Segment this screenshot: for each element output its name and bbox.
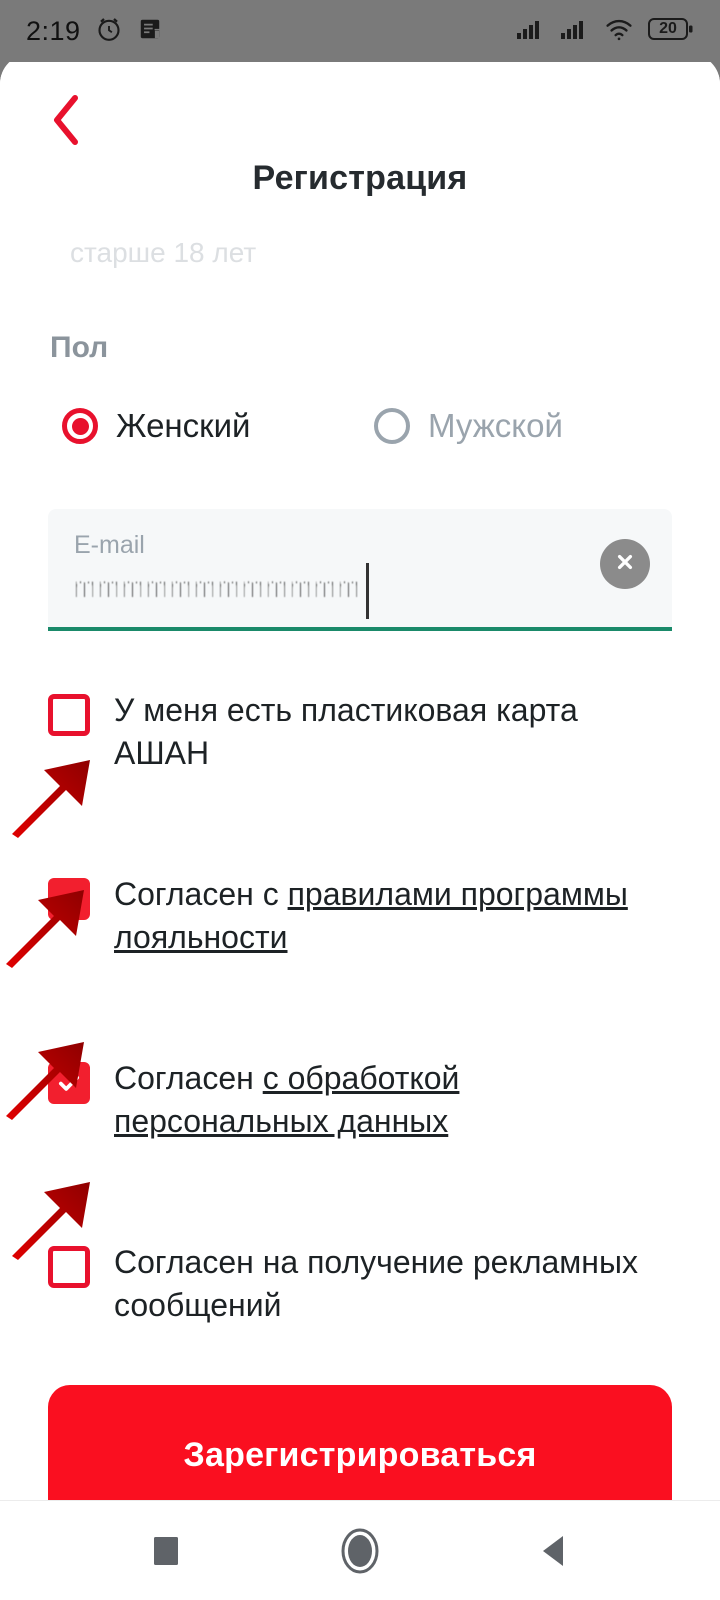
app-bar: Регистрация [0, 54, 720, 229]
wifi-icon [604, 17, 634, 46]
checkbox-unchecked-icon[interactable] [48, 694, 90, 736]
page-title: Регистрация [252, 159, 468, 197]
annotation-arrow-2 [2, 880, 92, 972]
status-bar: 2:19 20 [0, 0, 720, 62]
status-bar-clock: 2:19 [26, 15, 81, 46]
battery-level-label: 20 [659, 19, 677, 37]
scrolled-faded-text: старше 18 лет [70, 237, 257, 268]
annotation-arrow-4 [8, 1172, 98, 1264]
radio-selected-icon [62, 408, 98, 444]
gender-section-label: Пол [50, 331, 109, 364]
email-clear-button[interactable] [600, 539, 650, 589]
battery-icon: 20 [648, 16, 694, 47]
checkbox-row-personal-data[interactable]: Согласен с обработкой персональных данны… [48, 1057, 672, 1143]
back-triangle-icon[interactable] [521, 1518, 587, 1584]
email-field-value-redacted: mmmmmmmmmmmmmmmmmmmmmmmmm [72, 571, 362, 611]
android-navigation-bar [0, 1500, 720, 1600]
radio-option-female[interactable]: Женский [48, 407, 368, 445]
radio-label-female: Женский [116, 407, 251, 444]
gender-radio-group: Женский Мужской [48, 407, 672, 445]
close-circle-icon [612, 549, 638, 580]
text-caret [366, 563, 369, 619]
checkbox-label-personal-data: Согласен с обработкой персональных данны… [114, 1057, 672, 1143]
radio-unselected-icon [374, 408, 410, 444]
app-screen: Регистрация старше 18 лет Пол Женский Му… [0, 54, 720, 1600]
email-field[interactable]: E-mail mmmmmmmmmmmmmmmmmmmmmmmmm [48, 509, 672, 631]
annotation-arrow-3 [2, 1032, 92, 1124]
checkbox-label-plastic-card: У меня есть пластиковая карта АШАН [114, 692, 578, 771]
checkbox-label-marketing: Согласен на получение рекламных сообщени… [114, 1244, 638, 1323]
checkbox-row-plastic-card[interactable]: У меня есть пластиковая карта АШАН [48, 689, 672, 775]
signal-sim1-icon [516, 17, 546, 46]
checkbox-row-loyalty-rules[interactable]: Согласен с правилами программы лояльност… [48, 873, 672, 959]
registration-form: старше 18 лет Пол Женский Мужской E-mail [0, 237, 720, 1600]
agreements-list: У меня есть пластиковая карта АШАН Согла… [48, 689, 672, 1327]
email-field-label: E-mail [74, 531, 145, 559]
status-bar-left: 2:19 [26, 14, 163, 49]
back-button[interactable] [36, 92, 96, 152]
register-button-label: Зарегистрироваться [183, 1435, 537, 1474]
notes-notification-icon [137, 16, 163, 47]
annotation-arrow-1 [8, 750, 98, 842]
radio-label-male: Мужской [428, 407, 563, 444]
checkbox-label-prefix: Согласен [114, 1060, 263, 1096]
home-circle-icon[interactable] [327, 1518, 393, 1584]
recents-square-icon[interactable] [133, 1518, 199, 1584]
chevron-left-icon [49, 92, 83, 153]
status-bar-right: 20 [516, 16, 694, 47]
phone-screenshot: 2:19 20 Регистрация старше 18 лет Пол Же… [0, 0, 720, 1600]
signal-sim2-icon [560, 17, 590, 46]
alarm-clock-icon [94, 14, 124, 49]
checkbox-label-loyalty-rules: Согласен с правилами программы лояльност… [114, 873, 672, 959]
radio-option-male[interactable]: Мужской [368, 407, 563, 445]
checkbox-row-marketing[interactable]: Согласен на получение рекламных сообщени… [48, 1241, 672, 1327]
checkbox-label-prefix: Согласен с [114, 876, 288, 912]
